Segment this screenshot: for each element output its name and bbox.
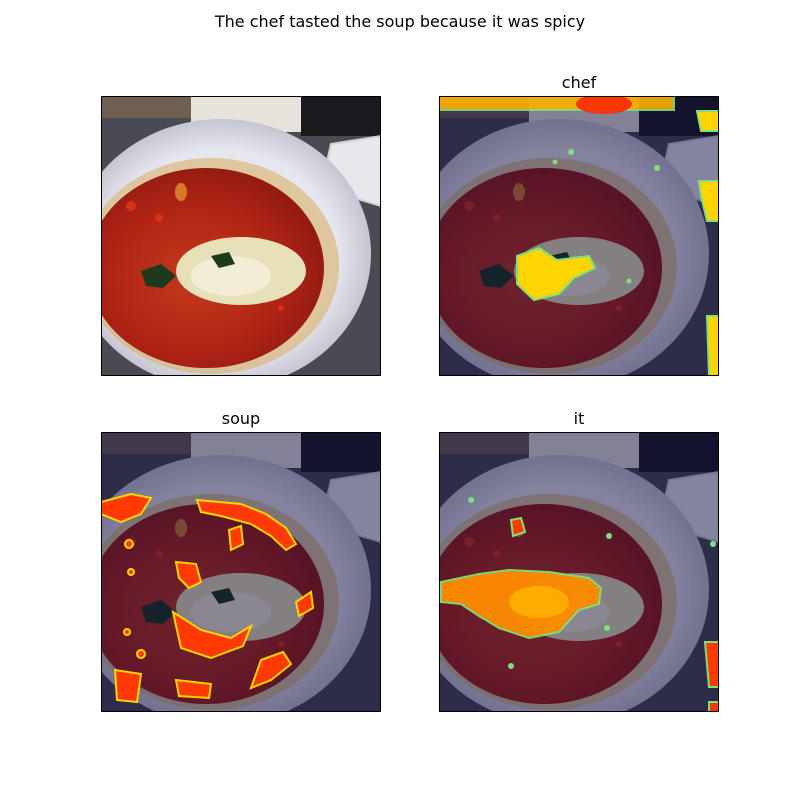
panel-title-chef: chef: [561, 73, 597, 92]
soup-photo-original: [101, 96, 381, 376]
attention-panel-it: [439, 432, 719, 712]
attention-panel-chef: [439, 96, 719, 376]
attention-map-soup: [101, 432, 381, 712]
attention-map-chef: [439, 96, 719, 376]
panel-title-it: it: [573, 409, 585, 428]
attention-panel-soup: [101, 432, 381, 712]
original-image-panel: [101, 96, 381, 376]
attention-map-it: [439, 432, 719, 712]
figure-title: The chef tasted the soup because it was …: [214, 12, 586, 31]
panel-title-soup: soup: [221, 409, 261, 428]
